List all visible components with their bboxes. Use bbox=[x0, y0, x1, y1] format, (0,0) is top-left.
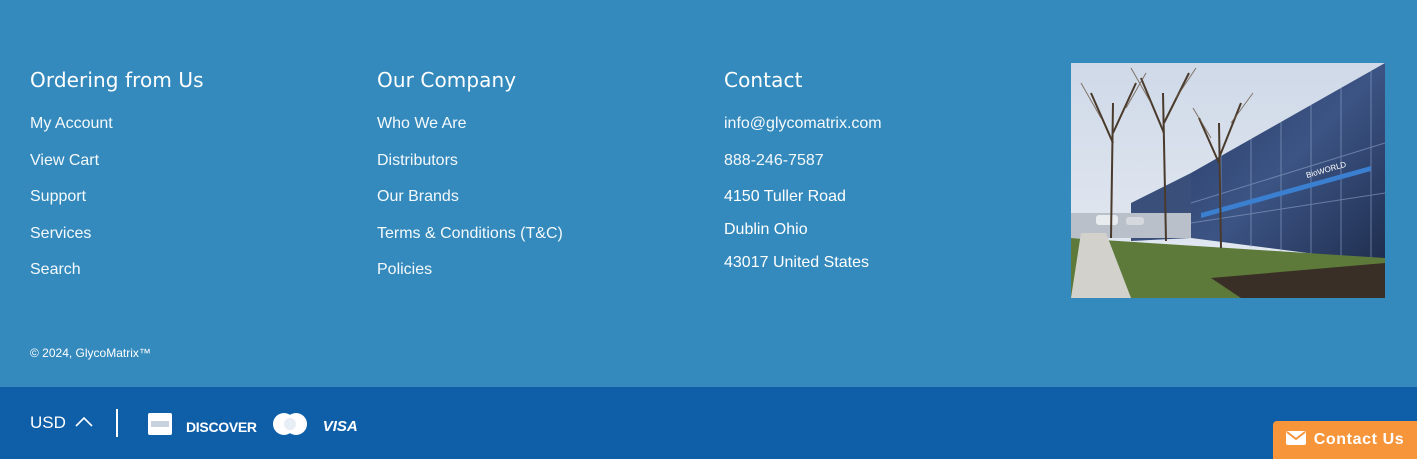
contact-email-link[interactable]: info@glycomatrix.com bbox=[724, 115, 882, 132]
copyright-text: © 2024, GlycoMatrix™ bbox=[30, 346, 151, 360]
list-item: Search bbox=[30, 252, 204, 289]
american-express-icon bbox=[148, 413, 172, 440]
footer-column-ordering: Ordering from Us My Account View Cart Su… bbox=[30, 66, 204, 289]
discover-icon: DISCOVER bbox=[186, 418, 257, 435]
footer-link-view-cart[interactable]: View Cart bbox=[30, 152, 99, 169]
footer-link-services[interactable]: Services bbox=[30, 225, 91, 242]
chevron-up-icon bbox=[74, 413, 94, 433]
contact-phone-link[interactable]: 888-246-7587 bbox=[724, 152, 824, 169]
footer-heading-company: Our Company bbox=[377, 68, 517, 92]
footer-bottom-bar: USD DISCOVER VISA bbox=[0, 387, 1417, 459]
list-item: Support bbox=[30, 179, 204, 216]
contact-us-label: Contact Us bbox=[1313, 431, 1405, 448]
footer-heading-ordering: Ordering from Us bbox=[30, 68, 204, 92]
list-item: Distributors bbox=[377, 143, 563, 180]
footer: Ordering from Us My Account View Cart Su… bbox=[0, 0, 1417, 387]
building-photo: BioWORLD bbox=[1071, 63, 1385, 298]
footer-column-contact: Contact info@glycomatrix.com 888-246-758… bbox=[724, 66, 882, 279]
currency-label: USD bbox=[30, 413, 66, 432]
diners-club-icon bbox=[271, 412, 309, 441]
currency-selector[interactable]: USD bbox=[30, 413, 94, 433]
envelope-icon bbox=[1285, 430, 1306, 451]
footer-link-terms[interactable]: Terms & Conditions (T&C) bbox=[377, 225, 563, 242]
contact-us-button[interactable]: Contact Us bbox=[1273, 421, 1417, 459]
footer-contact-list: info@glycomatrix.com 888-246-7587 bbox=[724, 106, 882, 179]
divider bbox=[116, 409, 118, 437]
payment-icons: DISCOVER VISA bbox=[148, 412, 358, 441]
footer-link-search[interactable]: Search bbox=[30, 261, 81, 278]
contact-address-line-1: 4150 Tuller Road bbox=[724, 188, 846, 205]
footer-link-policies[interactable]: Policies bbox=[377, 261, 432, 278]
footer-links-company: Who We Are Distributors Our Brands Terms… bbox=[377, 106, 563, 289]
footer-links-ordering: My Account View Cart Support Services Se… bbox=[30, 106, 204, 289]
list-item: View Cart bbox=[30, 143, 204, 180]
footer-link-our-brands[interactable]: Our Brands bbox=[377, 188, 459, 205]
list-item: 888-246-7587 bbox=[724, 143, 882, 180]
list-item: info@glycomatrix.com bbox=[724, 106, 882, 143]
contact-address-line-2: Dublin Ohio bbox=[724, 220, 808, 238]
list-item: My Account bbox=[30, 106, 204, 143]
footer-heading-contact: Contact bbox=[724, 68, 803, 92]
footer-link-my-account[interactable]: My Account bbox=[30, 115, 113, 132]
footer-link-who-we-are[interactable]: Who We Are bbox=[377, 115, 467, 132]
list-item: Services bbox=[30, 216, 204, 253]
list-item: Our Brands bbox=[377, 179, 563, 216]
contact-address-line-3: 43017 United States bbox=[724, 253, 869, 271]
visa-icon: VISA bbox=[322, 418, 358, 435]
footer-link-support[interactable]: Support bbox=[30, 188, 86, 205]
list-item: Policies bbox=[377, 252, 563, 289]
footer-column-company: Our Company Who We Are Distributors Our … bbox=[377, 66, 563, 289]
footer-link-distributors[interactable]: Distributors bbox=[377, 152, 458, 169]
list-item: Who We Are bbox=[377, 106, 563, 143]
list-item: Terms & Conditions (T&C) bbox=[377, 216, 563, 253]
